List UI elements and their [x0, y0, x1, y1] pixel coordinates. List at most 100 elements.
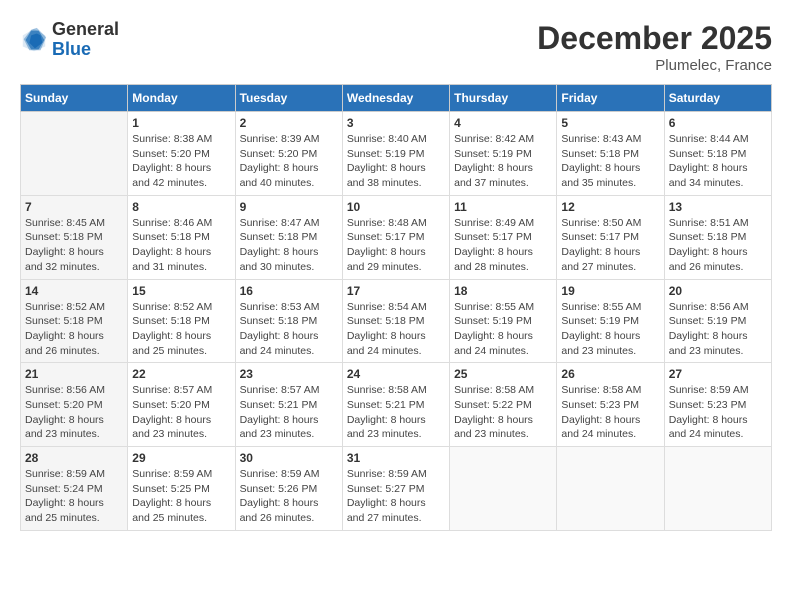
- logo: General Blue: [20, 20, 119, 60]
- column-header-sunday: Sunday: [21, 85, 128, 112]
- calendar-cell: 15 Sunrise: 8:52 AM Sunset: 5:18 PM Dayli…: [128, 279, 235, 363]
- day-number: 19: [561, 284, 659, 298]
- day-info: Sunrise: 8:38 AM Sunset: 5:20 PM Dayligh…: [132, 132, 230, 191]
- day-number: 11: [454, 200, 552, 214]
- day-info: Sunrise: 8:40 AM Sunset: 5:19 PM Dayligh…: [347, 132, 445, 191]
- day-info: Sunrise: 8:52 AM Sunset: 5:18 PM Dayligh…: [25, 300, 123, 359]
- calendar-cell: 4 Sunrise: 8:42 AM Sunset: 5:19 PM Daylig…: [450, 112, 557, 196]
- calendar-cell: 30Sunrise: 8:59 AM Sunset: 5:26 PM Dayli…: [235, 447, 342, 531]
- day-info: Sunrise: 8:48 AM Sunset: 5:17 PM Dayligh…: [347, 216, 445, 275]
- day-info: Sunrise: 8:49 AM Sunset: 5:17 PM Dayligh…: [454, 216, 552, 275]
- day-number: 17: [347, 284, 445, 298]
- column-header-tuesday: Tuesday: [235, 85, 342, 112]
- day-info: Sunrise: 8:42 AM Sunset: 5:19 PM Dayligh…: [454, 132, 552, 191]
- day-info: Sunrise: 8:56 AM Sunset: 5:20 PM Dayligh…: [25, 383, 123, 442]
- week-row-3: 14 Sunrise: 8:52 AM Sunset: 5:18 PM Dayli…: [21, 279, 772, 363]
- day-info: Sunrise: 8:59 AM Sunset: 5:23 PM Dayligh…: [669, 383, 767, 442]
- day-number: 27: [669, 367, 767, 381]
- calendar-cell: 29 Sunrise: 8:59 AM Sunset: 5:25 PM Dayli…: [128, 447, 235, 531]
- day-number: 20: [669, 284, 767, 298]
- day-info: Sunrise: 8:59 AM Sunset: 5:24 PM Dayligh…: [25, 467, 123, 526]
- calendar-cell: 8 Sunrise: 8:46 AM Sunset: 5:18 PM Daylig…: [128, 195, 235, 279]
- day-number: 29: [132, 451, 230, 465]
- calendar-cell: 31 Sunrise: 8:59 AM Sunset: 5:27 PM Dayli…: [342, 447, 449, 531]
- day-info: Sunrise: 8:43 AM Sunset: 5:18 PM Dayligh…: [561, 132, 659, 191]
- calendar-cell: 11 Sunrise: 8:49 AM Sunset: 5:17 PM Dayli…: [450, 195, 557, 279]
- day-info: Sunrise: 8:44 AM Sunset: 5:18 PM Dayligh…: [669, 132, 767, 191]
- page-header: General Blue December 2025 Plumelec, Fra…: [20, 20, 772, 74]
- day-number: 10: [347, 200, 445, 214]
- day-number: 7: [25, 200, 123, 214]
- calendar-cell: 9Sunrise: 8:47 AM Sunset: 5:18 PM Daylig…: [235, 195, 342, 279]
- day-number: 24: [347, 367, 445, 381]
- day-number: 8: [132, 200, 230, 214]
- day-info: Sunrise: 8:50 AM Sunset: 5:17 PM Dayligh…: [561, 216, 659, 275]
- day-info: Sunrise: 8:53 AM Sunset: 5:18 PM Dayligh…: [240, 300, 338, 359]
- calendar-cell: 1 Sunrise: 8:38 AM Sunset: 5:20 PM Daylig…: [128, 112, 235, 196]
- calendar-cell: 3 Sunrise: 8:40 AM Sunset: 5:19 PM Daylig…: [342, 112, 449, 196]
- day-number: 21: [25, 367, 123, 381]
- week-row-4: 21 Sunrise: 8:56 AM Sunset: 5:20 PM Dayli…: [21, 363, 772, 447]
- day-info: Sunrise: 8:55 AM Sunset: 5:19 PM Dayligh…: [454, 300, 552, 359]
- day-info: Sunrise: 8:45 AM Sunset: 5:18 PM Dayligh…: [25, 216, 123, 275]
- day-number: 3: [347, 116, 445, 130]
- calendar-cell: [450, 447, 557, 531]
- calendar-cell: 24 Sunrise: 8:58 AM Sunset: 5:21 PM Dayli…: [342, 363, 449, 447]
- calendar-cell: [664, 447, 771, 531]
- month-title: December 2025: [537, 20, 772, 57]
- day-info: Sunrise: 8:57 AM Sunset: 5:21 PM Dayligh…: [240, 383, 338, 442]
- day-info: Sunrise: 8:54 AM Sunset: 5:18 PM Dayligh…: [347, 300, 445, 359]
- day-info: Sunrise: 8:55 AM Sunset: 5:19 PM Dayligh…: [561, 300, 659, 359]
- day-info: Sunrise: 8:51 AM Sunset: 5:18 PM Dayligh…: [669, 216, 767, 275]
- day-info: Sunrise: 8:59 AM Sunset: 5:25 PM Dayligh…: [132, 467, 230, 526]
- day-number: 18: [454, 284, 552, 298]
- calendar-cell: 12 Sunrise: 8:50 AM Sunset: 5:17 PM Dayli…: [557, 195, 664, 279]
- calendar-cell: 25 Sunrise: 8:58 AM Sunset: 5:22 PM Dayli…: [450, 363, 557, 447]
- day-number: 4: [454, 116, 552, 130]
- day-number: 15: [132, 284, 230, 298]
- week-row-5: 28Sunrise: 8:59 AM Sunset: 5:24 PM Dayli…: [21, 447, 772, 531]
- calendar-cell: 26Sunrise: 8:58 AM Sunset: 5:23 PM Dayli…: [557, 363, 664, 447]
- day-info: Sunrise: 8:58 AM Sunset: 5:21 PM Dayligh…: [347, 383, 445, 442]
- day-number: 13: [669, 200, 767, 214]
- day-info: Sunrise: 8:47 AM Sunset: 5:18 PM Dayligh…: [240, 216, 338, 275]
- day-number: 16: [240, 284, 338, 298]
- day-info: Sunrise: 8:57 AM Sunset: 5:20 PM Dayligh…: [132, 383, 230, 442]
- column-header-monday: Monday: [128, 85, 235, 112]
- calendar-cell: 16 Sunrise: 8:53 AM Sunset: 5:18 PM Dayli…: [235, 279, 342, 363]
- calendar-cell: 23 Sunrise: 8:57 AM Sunset: 5:21 PM Dayli…: [235, 363, 342, 447]
- day-info: Sunrise: 8:46 AM Sunset: 5:18 PM Dayligh…: [132, 216, 230, 275]
- calendar-cell: 7 Sunrise: 8:45 AM Sunset: 5:18 PM Daylig…: [21, 195, 128, 279]
- calendar-cell: 27 Sunrise: 8:59 AM Sunset: 5:23 PM Dayli…: [664, 363, 771, 447]
- day-info: Sunrise: 8:52 AM Sunset: 5:18 PM Dayligh…: [132, 300, 230, 359]
- calendar-cell: 18 Sunrise: 8:55 AM Sunset: 5:19 PM Dayli…: [450, 279, 557, 363]
- day-info: Sunrise: 8:58 AM Sunset: 5:22 PM Dayligh…: [454, 383, 552, 442]
- day-number: 22: [132, 367, 230, 381]
- day-number: 31: [347, 451, 445, 465]
- calendar-table: SundayMondayTuesdayWednesdayThursdayFrid…: [20, 84, 772, 531]
- day-info: Sunrise: 8:56 AM Sunset: 5:19 PM Dayligh…: [669, 300, 767, 359]
- column-header-wednesday: Wednesday: [342, 85, 449, 112]
- calendar-cell: 14 Sunrise: 8:52 AM Sunset: 5:18 PM Dayli…: [21, 279, 128, 363]
- day-number: 2: [240, 116, 338, 130]
- calendar-cell: 6Sunrise: 8:44 AM Sunset: 5:18 PM Daylig…: [664, 112, 771, 196]
- logo-text: General Blue: [52, 20, 119, 60]
- day-number: 5: [561, 116, 659, 130]
- day-number: 1: [132, 116, 230, 130]
- day-number: 14: [25, 284, 123, 298]
- calendar-cell: 22 Sunrise: 8:57 AM Sunset: 5:20 PM Dayli…: [128, 363, 235, 447]
- title-block: December 2025 Plumelec, France: [537, 20, 772, 74]
- calendar-cell: 2Sunrise: 8:39 AM Sunset: 5:20 PM Daylig…: [235, 112, 342, 196]
- calendar-cell: 28Sunrise: 8:59 AM Sunset: 5:24 PM Dayli…: [21, 447, 128, 531]
- day-number: 23: [240, 367, 338, 381]
- week-row-1: 1 Sunrise: 8:38 AM Sunset: 5:20 PM Daylig…: [21, 112, 772, 196]
- logo-icon: [20, 26, 48, 54]
- day-info: Sunrise: 8:59 AM Sunset: 5:27 PM Dayligh…: [347, 467, 445, 526]
- calendar-cell: 20 Sunrise: 8:56 AM Sunset: 5:19 PM Dayli…: [664, 279, 771, 363]
- calendar-cell: [21, 112, 128, 196]
- day-number: 25: [454, 367, 552, 381]
- location: Plumelec, France: [537, 57, 772, 74]
- calendar-cell: [557, 447, 664, 531]
- day-number: 12: [561, 200, 659, 214]
- day-number: 26: [561, 367, 659, 381]
